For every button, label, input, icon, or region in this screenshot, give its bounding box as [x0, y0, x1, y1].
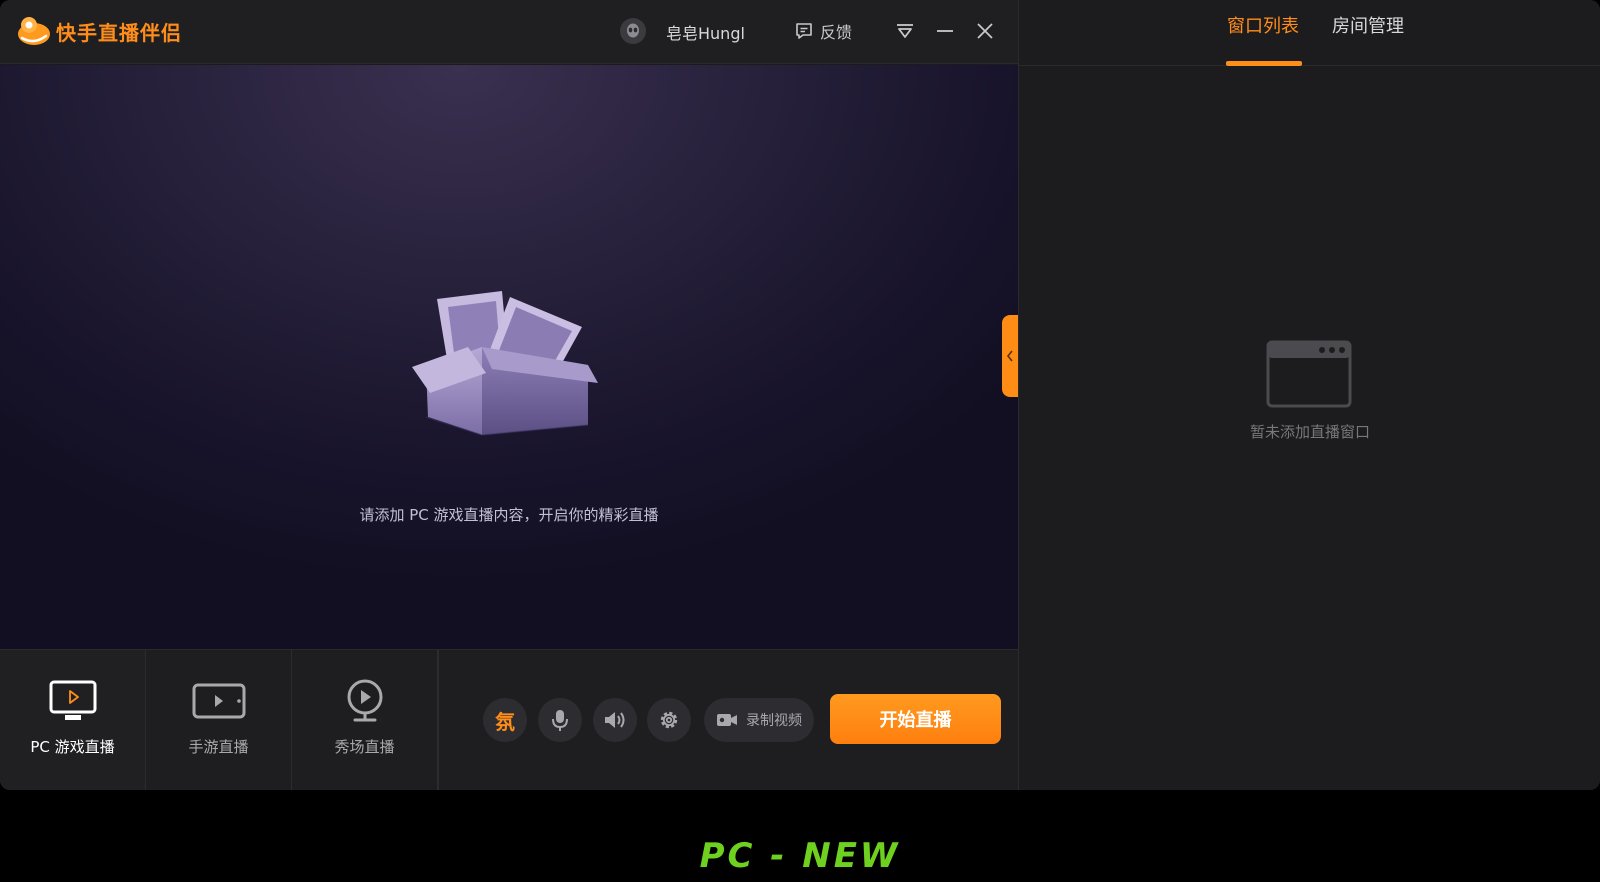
- caption-label: PC - NEW: [699, 836, 901, 876]
- empty-box-illustration: [412, 291, 598, 436]
- divider: [438, 650, 439, 790]
- close-icon: [977, 23, 993, 39]
- atmosphere-label: 氛: [495, 709, 515, 734]
- menu-dropdown-button[interactable]: [890, 16, 920, 46]
- tablet-icon: [192, 683, 245, 719]
- monitor-icon: [49, 680, 96, 720]
- app-window: 快手直播伴侣 皂皂Hungl 反馈 请添加 PC 游戏直播内容，开启你的精彩直播…: [0, 0, 1600, 790]
- microphone-button[interactable]: [538, 698, 582, 742]
- start-live-button[interactable]: 开始直播: [830, 694, 1001, 744]
- tab-room-management[interactable]: 房间管理: [1332, 12, 1404, 38]
- live-preview-area: 请添加 PC 游戏直播内容，开启你的精彩直播: [0, 65, 1018, 649]
- tab-window-list[interactable]: 窗口列表: [1227, 12, 1299, 38]
- record-video-button[interactable]: 录制视频: [704, 698, 814, 742]
- empty-window-icon: [1266, 340, 1352, 408]
- title-bar: 快手直播伴侣 皂皂Hungl 反馈: [0, 0, 1018, 64]
- feedback-label: 反馈: [820, 23, 853, 42]
- mode-label: 秀场直播: [334, 738, 395, 756]
- settings-button[interactable]: [647, 698, 691, 742]
- empty-content-hint: 请添加 PC 游戏直播内容，开启你的精彩直播: [359, 506, 659, 524]
- mode-label: 手游直播: [188, 738, 249, 756]
- minimize-icon: [937, 30, 953, 32]
- tab-show-live[interactable]: 秀场直播: [292, 650, 438, 790]
- speaker-button[interactable]: [593, 698, 637, 742]
- alien-avatar-icon: [627, 23, 639, 38]
- dropdown-menu-icon: [897, 24, 913, 38]
- feedback-button[interactable]: 反馈: [794, 18, 852, 44]
- app-logo: 快手直播伴侣: [16, 14, 182, 48]
- video-camera-icon: [717, 714, 737, 726]
- record-label: 录制视频: [746, 713, 802, 729]
- webcam-icon: [347, 679, 382, 722]
- active-tab-indicator: [1226, 61, 1302, 66]
- avatar[interactable]: [620, 18, 646, 44]
- speaker-icon: [605, 712, 625, 728]
- kuaishou-logo-icon: [18, 17, 50, 45]
- right-panel-tabs: 窗口列表 房间管理: [1019, 0, 1600, 66]
- empty-window-list-text: 暂未添加直播窗口: [1249, 423, 1370, 441]
- bottom-toolbar: PC 游戏直播 手游直播 秀场直播 氛 录制视频 开始直播: [0, 649, 1018, 790]
- feedback-icon: [796, 23, 812, 39]
- user-name[interactable]: 皂皂Hungl: [666, 20, 745, 44]
- microphone-icon: [552, 710, 568, 731]
- right-panel: 窗口列表 房间管理 暂未添加直播窗口: [1018, 0, 1600, 790]
- tab-mobile-game-live[interactable]: 手游直播: [146, 650, 292, 790]
- app-title: 快手直播伴侣: [56, 20, 182, 45]
- minimize-button[interactable]: [930, 16, 960, 46]
- atmosphere-button[interactable]: 氛: [483, 698, 527, 742]
- gear-icon: [660, 711, 678, 729]
- mode-label: PC 游戏直播: [30, 738, 115, 756]
- tab-pc-game-live[interactable]: PC 游戏直播: [0, 650, 146, 790]
- chevron-left-icon: [1006, 350, 1013, 362]
- close-button[interactable]: [970, 16, 1000, 46]
- collapse-panel-tab[interactable]: [1002, 315, 1018, 397]
